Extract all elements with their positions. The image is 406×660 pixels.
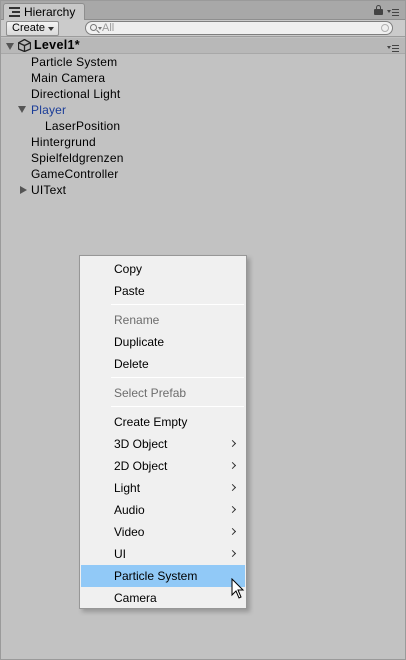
hierarchy-toolbar: Create: [1, 20, 405, 37]
menu-item-label: Delete: [114, 357, 149, 371]
player-foldout-open-icon[interactable]: [18, 106, 26, 113]
menu-item-3d-object[interactable]: 3D Object: [81, 433, 245, 455]
menu-item-label: Duplicate: [114, 335, 165, 349]
tab-label: Hierarchy: [24, 5, 76, 19]
menu-item-light[interactable]: Light: [81, 477, 245, 499]
scene-name: Level1*: [34, 38, 80, 52]
menu-item-label: Audio: [114, 503, 145, 517]
search-cancel-icon[interactable]: [381, 24, 389, 32]
chevron-right-icon: [228, 549, 237, 558]
menu-item-particle-system[interactable]: Particle System: [81, 565, 245, 587]
menu-item-ui[interactable]: UI: [81, 543, 245, 565]
hierarchy-window: Hierarchy Create All Level1* Particle Sy…: [0, 0, 406, 660]
uitext-foldout-closed-icon[interactable]: [20, 186, 27, 194]
menu-item-2d-object[interactable]: 2D Object: [81, 455, 245, 477]
hierarchy-item-game-controller[interactable]: GameController: [31, 166, 119, 182]
hierarchy-item-main-camera[interactable]: Main Camera: [31, 70, 105, 86]
chevron-right-icon: [228, 505, 237, 514]
context-menu: Copy Paste Rename Duplicate Delete Selec…: [79, 255, 247, 609]
menu-item-label: Paste: [114, 284, 145, 298]
search-input[interactable]: [102, 22, 372, 34]
hierarchy-item-hintergrund[interactable]: Hintergrund: [31, 134, 96, 150]
menu-item-copy[interactable]: Copy: [81, 258, 245, 280]
create-dropdown-button[interactable]: Create: [6, 21, 59, 36]
hierarchy-item-player[interactable]: Player: [31, 102, 66, 118]
chevron-right-icon: [228, 439, 237, 448]
hierarchy-item-directional-light[interactable]: Directional Light: [31, 86, 120, 102]
menu-item-label: Video: [114, 525, 145, 539]
menu-item-select-prefab: Select Prefab: [81, 382, 245, 404]
menu-item-duplicate[interactable]: Duplicate: [81, 331, 245, 353]
unity-logo-icon: [17, 38, 32, 53]
menu-item-delete[interactable]: Delete: [81, 353, 245, 375]
hierarchy-item-spielfeldgrenzen[interactable]: Spielfeldgrenzen: [31, 150, 124, 166]
menu-item-label: Particle System: [114, 569, 198, 583]
menu-item-video[interactable]: Video: [81, 521, 245, 543]
menu-item-label: UI: [114, 547, 126, 561]
menu-item-label: Light: [114, 481, 141, 495]
search-icon[interactable]: [90, 24, 97, 31]
menu-item-label: 3D Object: [114, 437, 168, 451]
menu-item-paste[interactable]: Paste: [81, 280, 245, 302]
search-field[interactable]: [85, 21, 393, 35]
hierarchy-item-uitext[interactable]: UIText: [31, 182, 66, 198]
menu-item-audio[interactable]: Audio: [81, 499, 245, 521]
tab-menu-icon[interactable]: [387, 6, 399, 16]
hierarchy-item-laser-position[interactable]: LaserPosition: [45, 118, 120, 134]
menu-separator: [111, 406, 244, 407]
hierarchy-item-particle-system[interactable]: Particle System: [31, 54, 117, 70]
scene-header[interactable]: Level1*: [1, 38, 405, 54]
menu-item-create-empty[interactable]: Create Empty: [81, 411, 245, 433]
scene-menu-icon[interactable]: [387, 42, 399, 56]
menu-item-label: Create Empty: [114, 415, 188, 429]
menu-item-label: Camera: [114, 591, 157, 605]
menu-item-label: Select Prefab: [114, 386, 187, 400]
menu-separator: [111, 304, 244, 305]
menu-item-rename: Rename: [81, 309, 245, 331]
chevron-down-icon: [48, 27, 54, 31]
chevron-right-icon: [228, 483, 237, 492]
chevron-right-icon: [228, 527, 237, 536]
menu-separator: [111, 377, 244, 378]
tab-strip: Hierarchy: [1, 1, 405, 21]
mouse-cursor-icon: [231, 577, 245, 600]
foldout-open-icon[interactable]: [6, 43, 14, 50]
menu-item-label: Copy: [114, 262, 143, 276]
menu-item-camera[interactable]: Camera: [81, 587, 245, 609]
tab-hierarchy[interactable]: Hierarchy: [3, 3, 85, 21]
lock-icon[interactable]: [374, 5, 383, 15]
chevron-right-icon: [228, 461, 237, 470]
hierarchy-list-icon: [9, 7, 20, 17]
menu-item-label: 2D Object: [114, 459, 168, 473]
create-label: Create: [12, 22, 46, 34]
menu-item-label: Rename: [114, 313, 160, 327]
